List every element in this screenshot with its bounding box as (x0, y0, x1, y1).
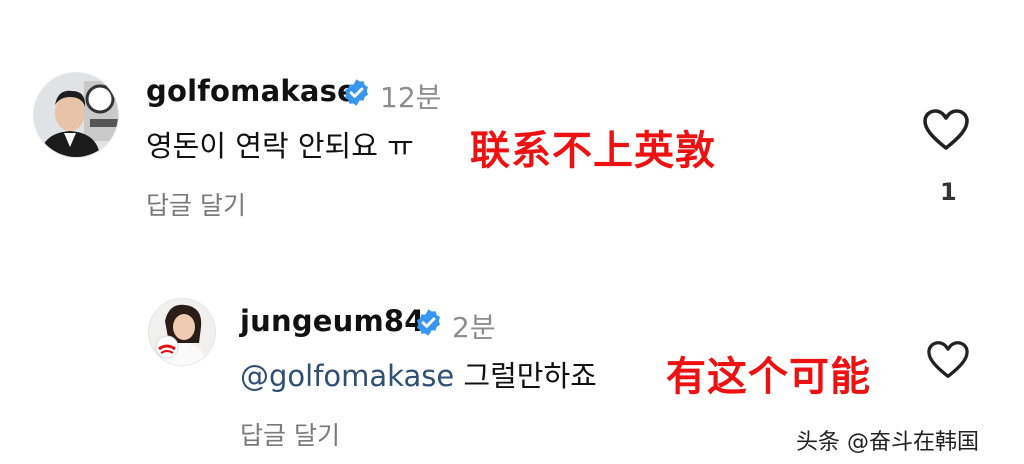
verified-badge-icon (414, 308, 443, 337)
like-count: 1 (940, 178, 957, 206)
heart-icon[interactable] (922, 108, 970, 152)
comment-timestamp: 2분 (452, 311, 496, 344)
comment-timestamp: 12분 (380, 81, 442, 114)
person-photo-icon (34, 73, 118, 157)
comment-text: 그럴만하죠 (454, 359, 597, 393)
verified-badge-icon (342, 78, 371, 107)
avatar[interactable] (33, 72, 119, 158)
comment-username[interactable]: jungeum84 (240, 304, 425, 338)
overlay-caption: 联系不上英敦 (470, 128, 716, 174)
person-photo-icon (149, 299, 215, 365)
heart-icon[interactable] (926, 340, 970, 380)
overlay-caption: 有这个可能 (666, 354, 871, 400)
mention-link[interactable]: @golfomakase (240, 359, 454, 393)
reply-button[interactable]: 답글 달기 (240, 416, 340, 452)
comment-username[interactable]: golfomakase (146, 74, 357, 108)
watermark: 头条 @奋斗在韩国 (796, 430, 979, 455)
comment-text: 영돈이 연락 안되요 ㅠ (146, 129, 414, 163)
reply-button[interactable]: 답글 달기 (146, 186, 246, 222)
avatar[interactable] (148, 298, 216, 366)
comment-text-line: @golfomakase 그럴만하죠 (240, 353, 597, 395)
